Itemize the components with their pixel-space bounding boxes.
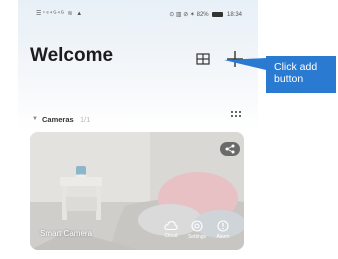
share-icon xyxy=(225,144,235,154)
status-bar: ☰⁺ᵉ⁴ᴳ⁴ᴳ ≋ ▲ ⊙ ▥ ⊘ ✶ 82% 18:34 xyxy=(18,0,258,28)
section-count: 1/1 xyxy=(80,115,91,124)
cameras-section-header[interactable]: ▼ Cameras 1/1 xyxy=(30,115,244,127)
grid-view-icon[interactable] xyxy=(196,52,210,66)
status-right: ⊙ ▥ ⊘ ✶ 82% 18:34 xyxy=(169,11,242,18)
share-button[interactable] xyxy=(220,142,240,156)
cloud-label: Cloud xyxy=(164,233,178,239)
status-left: ☰⁺ᵉ⁴ᴳ⁴ᴳ ≋ ▲ xyxy=(36,11,84,17)
tutorial-callout: Click add button xyxy=(266,56,336,93)
settings-label: Settings xyxy=(187,234,207,240)
section-label: Cameras xyxy=(42,115,74,124)
phone-screen: ☰⁺ᵉ⁴ᴳ⁴ᴳ ≋ ▲ ⊙ ▥ ⊘ ✶ 82% 18:34 Welcome ▼ … xyxy=(18,0,258,259)
battery-icon xyxy=(212,11,224,17)
cloud-icon xyxy=(164,221,178,231)
page-title: Welcome xyxy=(30,45,114,66)
status-time: 18:34 xyxy=(226,12,242,18)
alarm-button[interactable]: Alarm xyxy=(208,220,238,240)
camera-name: Smart Camera xyxy=(40,229,93,238)
chevron-down-icon: ▼ xyxy=(32,116,38,122)
more-options-icon[interactable] xyxy=(231,111,241,119)
camera-card[interactable]: Smart Camera Cloud Settings Alarm xyxy=(30,132,244,250)
settings-gear-icon xyxy=(191,220,203,232)
status-icons: ⊙ ▥ ⊘ ✶ 82% xyxy=(169,12,209,18)
alarm-label: Alarm xyxy=(216,234,230,240)
alarm-icon xyxy=(217,220,229,232)
